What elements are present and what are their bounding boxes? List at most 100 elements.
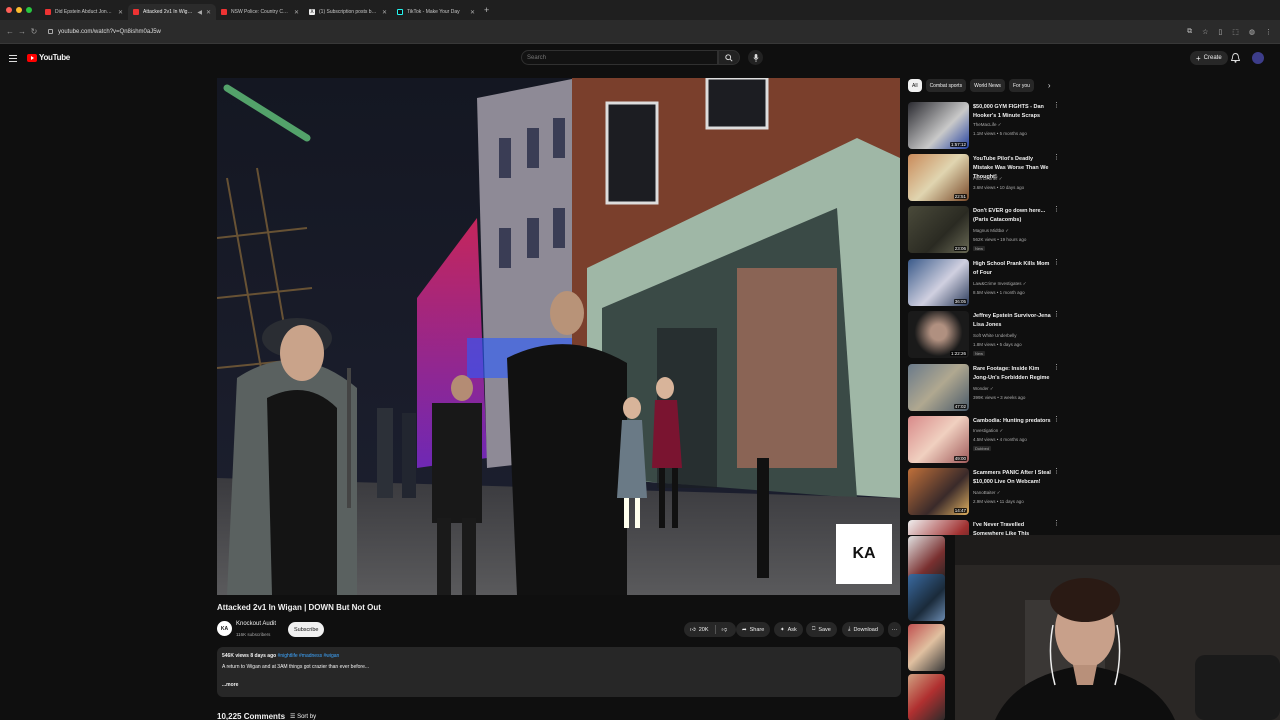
more-vertical-icon[interactable]: ⋮ bbox=[1053, 259, 1060, 266]
rec-channel[interactable]: Investigation ✓ bbox=[973, 428, 1003, 434]
video-thumbnail[interactable]: 23:06 bbox=[908, 206, 969, 253]
rec-title[interactable]: Scammers PANIC After I Steal $10,000 Liv… bbox=[973, 469, 1051, 487]
sort-comments-button[interactable]: ☰ Sort by bbox=[290, 713, 316, 720]
install-icon[interactable]: ⧉ bbox=[1187, 28, 1192, 36]
video-thumbnail[interactable]: 22:51 bbox=[908, 154, 969, 201]
video-thumbnail[interactable]: 49:00 bbox=[908, 416, 969, 463]
create-button[interactable]: + Create bbox=[1190, 51, 1228, 65]
recommended-video[interactable]: 1:22:26 Jeffrey Epstein Survivor-Jena Li… bbox=[908, 311, 1063, 359]
notifications-bell-icon[interactable] bbox=[1231, 53, 1240, 63]
recommended-video[interactable]: 23:06 Don't EVER go down here... (Paris … bbox=[908, 206, 1063, 254]
browser-tab[interactable]: X (1) Subscription posts by W ✕ bbox=[304, 4, 392, 20]
rec-channel[interactable]: TheMacLife ✓ bbox=[973, 122, 1002, 128]
chip-for-you[interactable]: For you bbox=[1008, 79, 1034, 92]
video-player[interactable] bbox=[217, 78, 900, 595]
extensions-icon[interactable]: ⬚ bbox=[1232, 28, 1239, 36]
forward-arrow-icon[interactable]: → bbox=[16, 27, 28, 36]
video-thumbnail[interactable]: 14:47 bbox=[908, 468, 969, 515]
channel-name[interactable]: Knockout Audit bbox=[236, 621, 276, 627]
more-vertical-icon[interactable]: ⋮ bbox=[1053, 311, 1060, 318]
more-vertical-icon[interactable]: ⋮ bbox=[1053, 102, 1060, 109]
speaker-icon[interactable]: ◀ bbox=[197, 9, 202, 16]
rec-title[interactable]: Rare Footage: Inside Kim Jong-Un's Forbi… bbox=[973, 365, 1051, 383]
hamburger-menu-icon[interactable] bbox=[9, 55, 17, 64]
description-box[interactable]: 546K views 8 days ago #nightlife #madnes… bbox=[217, 647, 901, 697]
back-arrow-icon[interactable]: ← bbox=[4, 27, 16, 36]
more-vertical-icon[interactable]: ⋮ bbox=[1053, 468, 1060, 475]
rec-channel[interactable]: Law&Crime Investigates ✓ bbox=[973, 281, 1027, 287]
tab-close-icon[interactable]: ✕ bbox=[294, 9, 299, 16]
browser-tab-active[interactable]: Attacked 2v1 In Wigan | D ◀ ✕ bbox=[128, 4, 216, 20]
subscribe-button[interactable]: Subscribe bbox=[288, 622, 325, 637]
rec-channel[interactable]: Soft White Underbelly bbox=[973, 333, 1017, 338]
minimize-window-button[interactable] bbox=[16, 7, 22, 13]
more-vertical-icon[interactable]: ⋮ bbox=[1053, 206, 1060, 213]
channel-watermark[interactable]: KA bbox=[836, 524, 892, 584]
rec-channel[interactable]: NanoBaiter ✓ bbox=[973, 490, 1001, 496]
rec-channel[interactable]: Magnus Midtbø ✓ bbox=[973, 228, 1009, 234]
video-thumbnail[interactable] bbox=[908, 520, 969, 535]
site-info-icon[interactable] bbox=[48, 29, 53, 34]
save-button[interactable]: ⎕ Save bbox=[806, 622, 837, 637]
chip-combat-sports[interactable]: Combat sports bbox=[925, 79, 967, 92]
more-vertical-icon[interactable]: ⋮ bbox=[1053, 416, 1060, 423]
rec-channel[interactable]: Pilot Debrief ✓ bbox=[973, 176, 1003, 182]
browser-tab[interactable]: NSW Police: Country Cop vs ✕ bbox=[216, 4, 304, 20]
like-button[interactable]: 👍︎ 20K bbox=[690, 627, 709, 633]
browser-menu-icon[interactable]: ⋮ bbox=[1265, 28, 1272, 36]
rec-title[interactable]: Cambodia: Hunting predators bbox=[973, 417, 1051, 426]
recommended-video[interactable]: 14:47 Scammers PANIC After I Steal $10,0… bbox=[908, 468, 1063, 516]
profile-icon[interactable]: ◍ bbox=[1249, 28, 1255, 36]
rec-title[interactable]: I've Never Travelled Somewhere Like This… bbox=[973, 521, 1051, 535]
close-window-button[interactable] bbox=[6, 7, 12, 13]
dislike-button[interactable]: 👎︎ bbox=[722, 627, 728, 633]
recommended-video[interactable]: 22:51 YouTube Pilot's Deadly Mistake Was… bbox=[908, 154, 1063, 202]
more-vertical-icon[interactable]: ⋮ bbox=[1053, 364, 1060, 371]
tab-close-icon[interactable]: ✕ bbox=[382, 9, 387, 16]
chip-all[interactable]: All bbox=[908, 79, 922, 92]
recommended-video[interactable]: 1:57:12 $50,000 GYM FIGHTS - Dan Hooker'… bbox=[908, 102, 1063, 150]
chevron-right-icon[interactable]: › bbox=[1048, 81, 1051, 90]
maximize-window-button[interactable] bbox=[26, 7, 32, 13]
tab-close-icon[interactable]: ✕ bbox=[470, 9, 475, 16]
video-thumbnail[interactable]: 1:22:26 bbox=[908, 311, 969, 358]
hashtags[interactable]: #nightlife #madness #wigan bbox=[278, 653, 340, 659]
rec-title[interactable]: High School Prank Kills Mom of Four bbox=[973, 260, 1051, 278]
more-vertical-icon[interactable]: ⋮ bbox=[1053, 520, 1060, 527]
rec-title[interactable]: Jeffrey Epstein Survivor-Jena Lisa Jones bbox=[973, 312, 1051, 330]
recommended-video[interactable]: 36:05 High School Prank Kills Mom of Fou… bbox=[908, 259, 1063, 307]
rec-title[interactable]: Don't EVER go down here... (Paris Cataco… bbox=[973, 207, 1051, 225]
video-thumbnail[interactable] bbox=[908, 574, 945, 621]
browser-tab[interactable]: Did Epstein Abduct JonBenét ✕ bbox=[40, 4, 128, 20]
bookmark-star-icon[interactable]: ☆ bbox=[1202, 28, 1208, 36]
share-button[interactable]: ➦ Share bbox=[736, 622, 771, 637]
channel-avatar[interactable]: KA bbox=[217, 621, 232, 636]
rec-title[interactable]: $50,000 GYM FIGHTS - Dan Hooker's 1 Minu… bbox=[973, 103, 1051, 121]
tab-close-icon[interactable]: ✕ bbox=[118, 9, 123, 16]
more-vertical-icon[interactable]: ⋮ bbox=[1053, 154, 1060, 161]
sidebar-icon[interactable]: ▯ bbox=[1218, 28, 1222, 36]
search-input[interactable]: Search bbox=[521, 50, 718, 65]
chip-world-news[interactable]: World News bbox=[970, 79, 1005, 92]
account-avatar[interactable] bbox=[1252, 52, 1264, 64]
youtube-logo[interactable]: YouTube bbox=[27, 53, 70, 62]
more-actions-button[interactable]: ⋯ bbox=[888, 622, 901, 637]
video-thumbnail[interactable] bbox=[908, 674, 945, 720]
recommended-video[interactable]: I've Never Travelled Somewhere Like This… bbox=[908, 520, 1063, 535]
video-thumbnail[interactable]: 47:02 bbox=[908, 364, 969, 411]
voice-search-button[interactable] bbox=[748, 50, 763, 65]
tab-close-icon[interactable]: ✕ bbox=[206, 9, 211, 16]
rec-channel[interactable]: Wonder ✓ bbox=[973, 386, 994, 392]
new-tab-button[interactable]: + bbox=[484, 5, 489, 15]
video-thumbnail[interactable]: 1:57:12 bbox=[908, 102, 969, 149]
download-button[interactable]: ⤓ Download bbox=[842, 622, 884, 637]
url-field[interactable]: youtube.com/watch?v=Qn8ishm0aJ5w bbox=[44, 24, 1174, 40]
recommended-video[interactable]: 47:02 Rare Footage: Inside Kim Jong-Un's… bbox=[908, 364, 1063, 412]
recommended-video[interactable]: 49:00 Cambodia: Hunting predators Invest… bbox=[908, 416, 1063, 464]
video-thumbnail[interactable]: 36:05 bbox=[908, 259, 969, 306]
browser-tab[interactable]: TikTok - Make Your Day ✕ bbox=[392, 4, 480, 20]
search-button[interactable] bbox=[718, 50, 740, 65]
video-thumbnail[interactable] bbox=[908, 624, 945, 671]
reload-icon[interactable]: ↻ bbox=[28, 27, 40, 36]
ask-button[interactable]: ✦ Ask bbox=[774, 622, 803, 637]
